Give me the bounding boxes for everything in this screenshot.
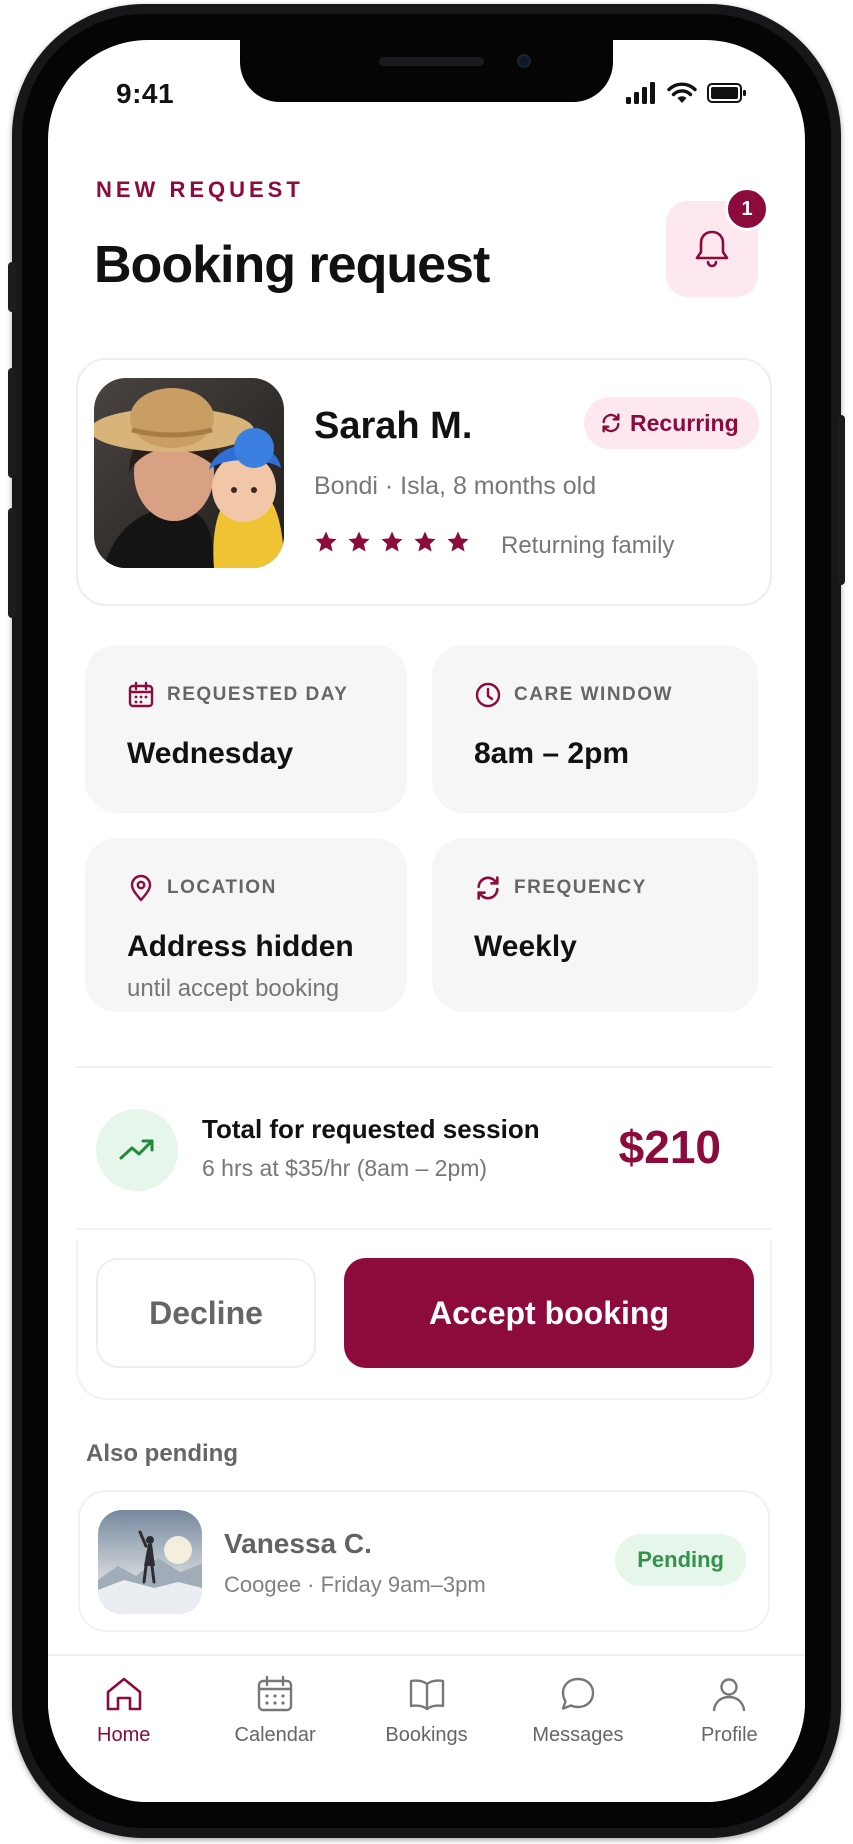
- tab-bookings[interactable]: Bookings: [351, 1656, 502, 1802]
- map-pin-icon: [130, 874, 152, 902]
- recurring-tag: Recurring: [584, 397, 759, 449]
- tab-profile[interactable]: Profile: [654, 1656, 805, 1802]
- battery-icon: [707, 83, 746, 103]
- requester-details: Bondi · Isla, 8 months old: [314, 472, 597, 500]
- total-amount: $210: [618, 1121, 721, 1173]
- calendar-icon: [257, 1675, 293, 1712]
- care-window-label: CARE WINDOW: [514, 684, 673, 705]
- tab-calendar[interactable]: Calendar: [199, 1656, 350, 1802]
- tab-messages[interactable]: Messages: [502, 1656, 653, 1802]
- total-title: Total for requested session: [202, 1114, 540, 1144]
- clock-icon: [475, 682, 501, 708]
- app-screen: 9:41 NEW REQUEST Booking request 1 Sarah…: [48, 40, 805, 1802]
- requested-day-value: Wednesday: [127, 737, 294, 770]
- recurring-tag-label: Recurring: [630, 409, 739, 436]
- earpiece: [379, 57, 484, 66]
- frequency-label: FREQUENCY: [514, 877, 647, 898]
- requester-avatar: [94, 378, 284, 568]
- care-window-tile: CARE WINDOW 8am – 2pm: [432, 645, 758, 813]
- total-divider: [76, 1228, 772, 1230]
- requester-name: Sarah M.: [314, 405, 473, 447]
- notification-count-badge: 1: [725, 187, 769, 231]
- total-breakdown: 6 hrs at $35/hr (8am – 2pm): [202, 1155, 488, 1181]
- home-icon: [106, 1677, 142, 1711]
- rating-stars: [314, 530, 470, 554]
- rating-note: Returning family: [501, 532, 675, 559]
- section-divider: [76, 1066, 772, 1068]
- cellular-signal-icon: [626, 82, 655, 104]
- location-note: until accept booking: [127, 975, 340, 1002]
- power-button: [837, 415, 845, 585]
- tab-messages-label: Messages: [532, 1724, 624, 1746]
- star-icon: [315, 531, 337, 552]
- frequency-tile: FREQUENCY Weekly: [432, 838, 758, 1012]
- care-window-value: 8am – 2pm: [474, 737, 630, 770]
- requested-day-label: REQUESTED DAY: [167, 684, 349, 705]
- star-icon: [348, 531, 370, 552]
- trending-up-icon: [119, 1139, 154, 1160]
- pending-details: Coogee · Friday 9am–3pm: [224, 1572, 486, 1597]
- message-icon: [561, 1677, 595, 1710]
- tab-bookings-label: Bookings: [385, 1724, 468, 1746]
- tab-calendar-label: Calendar: [234, 1724, 316, 1746]
- requested-day-tile: REQUESTED DAY Wednesday: [85, 645, 407, 813]
- tab-profile-label: Profile: [700, 1724, 758, 1746]
- page-title: Booking request: [94, 236, 490, 294]
- pending-request-card[interactable]: Vanessa C. Coogee · Friday 9am–3pm Pendi…: [78, 1490, 770, 1632]
- pending-avatar-photo: [98, 1510, 202, 1614]
- also-pending-heading: Also pending: [86, 1440, 238, 1467]
- volume-up-button: [8, 368, 16, 478]
- wifi-icon: [667, 82, 697, 103]
- status-icons: [625, 82, 747, 104]
- front-camera: [517, 54, 531, 68]
- star-icon: [381, 531, 403, 552]
- pending-status-badge: Pending: [615, 1534, 746, 1586]
- calendar-icon: [128, 681, 154, 708]
- page-eyebrow: NEW REQUEST: [96, 177, 304, 202]
- bell-icon: [695, 230, 729, 268]
- requester-card[interactable]: Sarah M. Bondi · Isla, 8 months old Retu…: [76, 358, 772, 606]
- status-time: 9:41: [116, 78, 175, 109]
- volume-down-button: [8, 508, 16, 618]
- pending-avatar: [98, 1510, 202, 1614]
- star-icon: [414, 531, 436, 552]
- avatar-photo: [94, 378, 284, 568]
- location-tile: LOCATION Address hidden until accept boo…: [85, 838, 407, 1012]
- location-value: Address hidden: [127, 930, 354, 963]
- mute-switch: [8, 262, 16, 312]
- decline-button[interactable]: Decline: [96, 1258, 316, 1368]
- tab-home[interactable]: Home: [48, 1656, 199, 1802]
- accept-booking-button[interactable]: Accept booking: [344, 1258, 754, 1368]
- tab-home-label: Home: [97, 1724, 151, 1746]
- notch: [240, 40, 613, 102]
- book-icon: [409, 1679, 444, 1711]
- pending-name: Vanessa C.: [224, 1528, 372, 1559]
- star-icon: [447, 531, 469, 552]
- repeat-icon: [477, 876, 499, 900]
- bottom-tab-bar: Home Calendar Bookings Messages Profile: [48, 1654, 805, 1802]
- person-icon: [713, 1678, 746, 1712]
- repeat-icon: [602, 413, 620, 433]
- frequency-value: Weekly: [474, 930, 577, 963]
- location-label: LOCATION: [167, 877, 277, 898]
- trend-badge: [96, 1109, 178, 1191]
